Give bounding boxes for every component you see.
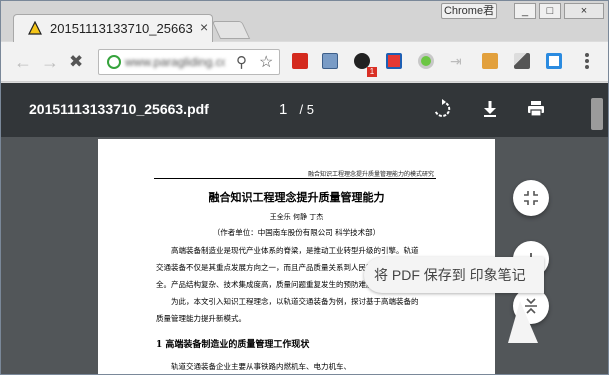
reload-icon[interactable]: ✖ [69, 52, 83, 72]
bookmark-star-icon[interactable]: ☆ [259, 52, 273, 72]
evernote-save-toast[interactable]: 将 PDF 保存到 印象笔记 [364, 257, 544, 293]
running-header: 融合知识工程理念提升质量管理能力的模式研究 [308, 171, 435, 178]
pdf-viewer: 20151113133710_25663.pdf 1 / 5 融合知识工程理念提… [1, 83, 608, 374]
maximize-button[interactable]: □ [539, 3, 561, 19]
paragraph-line: 为此，本文引入知识工程理念，以轨道交通装备为例，探讨基于高端装备的 [171, 297, 419, 306]
current-page-input[interactable]: 1 [279, 101, 287, 118]
download-icon[interactable] [480, 99, 500, 119]
rotate-icon[interactable] [432, 99, 452, 119]
extension-badge: 1 [367, 67, 377, 77]
tab-title: 20151113133710_25663 [50, 21, 193, 36]
zoom-magnifier-icon[interactable]: ⚲ [236, 53, 247, 71]
china-flag-extension-icon[interactable] [292, 53, 308, 69]
pdf-toolbar: 20151113133710_25663.pdf 1 / 5 [1, 83, 608, 137]
arrow-extension-icon[interactable]: ⇥ [450, 53, 466, 69]
document-authors: 王全乐 何静 丁杰 [269, 213, 324, 221]
document-affiliation: （作者单位：中国南车股份有限公司 科学技术部） [212, 228, 381, 237]
mountain-extension-icon[interactable] [514, 53, 530, 69]
menu-icon[interactable] [584, 52, 590, 70]
tab-active[interactable]: 20151113133710_25663 × [13, 14, 213, 42]
forward-arrow-icon[interactable]: → [41, 52, 59, 72]
star-extension-icon[interactable] [322, 53, 338, 69]
pdf-triangle-icon [28, 21, 42, 35]
face-extension-icon[interactable] [482, 53, 498, 69]
print-icon[interactable] [526, 99, 546, 119]
back-arrow-icon[interactable]: ← [14, 52, 32, 72]
pdf-filename: 20151113133710_25663.pdf [29, 101, 209, 117]
document-title: 融合知识工程理念提升质量管理能力 [208, 191, 385, 204]
fit-page-button[interactable] [513, 180, 549, 216]
minimize-button[interactable]: _ [514, 3, 536, 19]
browser-window: 20151113133710_25663 × Chrome君 _ □ × ← →… [0, 0, 609, 375]
fe-extension-icon[interactable] [386, 53, 402, 69]
address-bar[interactable]: www.paragliding.com/data ⚲ ☆ [98, 49, 280, 75]
header-rule [154, 178, 436, 179]
url-text[interactable]: www.paragliding.com/data [125, 55, 225, 69]
tab-strip: 20151113133710_25663 × Chrome君 _ □ × [1, 1, 608, 42]
green-dot-extension-icon[interactable] [418, 53, 434, 69]
vertical-scrollbar[interactable] [591, 98, 603, 130]
total-pages: / 5 [299, 102, 314, 117]
s-extension-icon[interactable] [546, 53, 562, 69]
fit-page-icon [524, 191, 538, 205]
secure-icon [107, 55, 121, 69]
close-window-button[interactable]: × [564, 3, 604, 19]
paragraph-line: 质量管理能力提升新模式。 [156, 314, 246, 323]
page-indicator: 1 / 5 [279, 101, 314, 118]
profile-badge[interactable]: Chrome君 [441, 3, 497, 19]
browser-toolbar: ← → ✖ www.paragliding.com/data ⚲ ☆ 1 ⇥ [1, 42, 608, 82]
tab-close-icon[interactable]: × [200, 19, 208, 35]
section-body: 轨道交通装备企业主要从事铁路内燃机车、电力机车、 [171, 362, 351, 371]
section-heading: 1 高端装备制造业的质量管理工作现状 [156, 340, 310, 350]
new-tab-button[interactable] [211, 21, 251, 39]
